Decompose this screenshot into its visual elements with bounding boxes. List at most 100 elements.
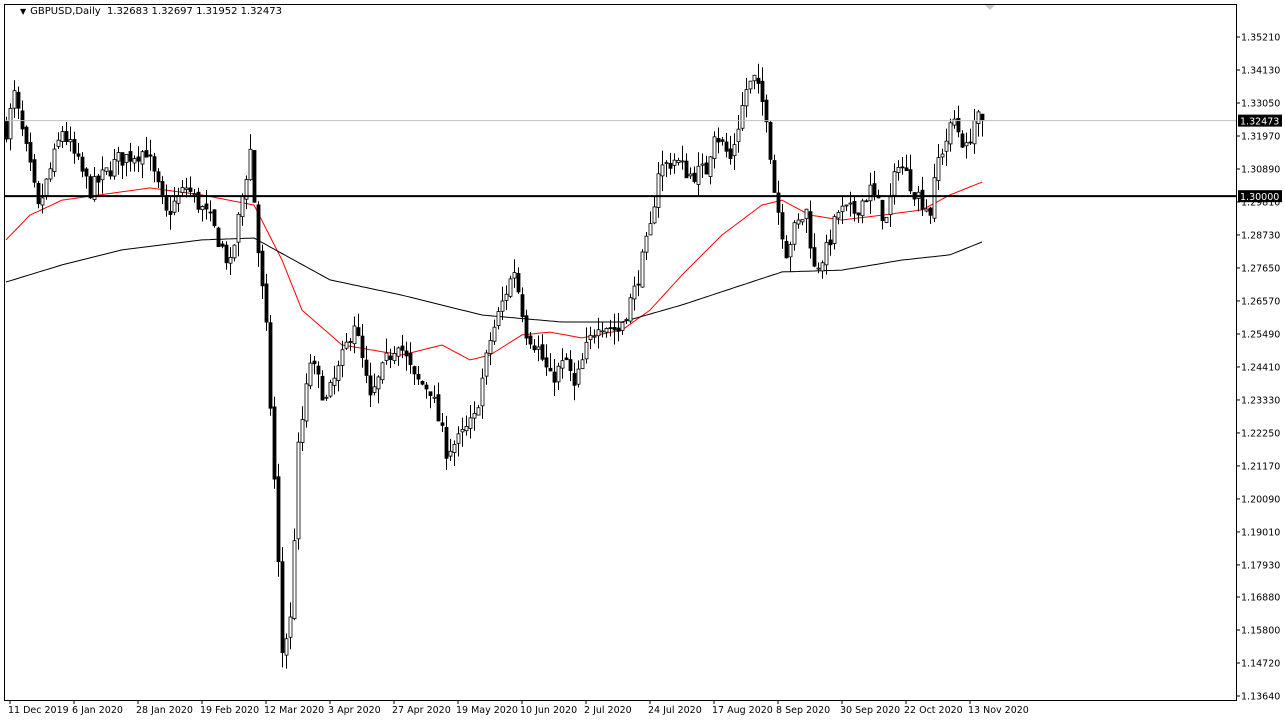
y-tick-label: 1.23330 — [1241, 395, 1280, 406]
bear-candle — [981, 114, 984, 120]
bull-candle — [561, 361, 564, 368]
y-tick-label: 1.34130 — [1241, 65, 1280, 76]
dropdown-triangle-icon[interactable]: ▼ — [20, 7, 26, 16]
bear-candle — [361, 336, 364, 358]
bear-candle — [813, 248, 816, 267]
y-tick-label: 1.35210 — [1241, 33, 1280, 44]
x-tick-label: 8 Sep 2020 — [776, 705, 830, 716]
bear-candle — [253, 150, 256, 202]
bull-candle — [641, 252, 644, 287]
bear-candle — [857, 213, 860, 215]
bull-candle — [9, 108, 12, 138]
bear-candle — [401, 346, 404, 350]
bull-candle — [841, 206, 844, 211]
bull-candle — [849, 203, 852, 204]
current-price-label: 1.32473 — [1240, 117, 1279, 128]
bull-candle — [789, 245, 792, 257]
bull-candle — [625, 319, 628, 320]
bear-candle — [405, 351, 408, 356]
x-tick-label: 12 Mar 2020 — [264, 705, 324, 716]
bear-candle — [281, 562, 284, 653]
bear-candle — [321, 376, 324, 400]
bull-candle — [817, 268, 820, 269]
bull-candle — [117, 153, 120, 162]
bull-candle — [977, 112, 980, 124]
y-tick-label: 1.28730 — [1241, 230, 1280, 241]
bear-candle — [85, 169, 88, 176]
bear-candle — [617, 328, 620, 331]
bear-candle — [389, 356, 392, 360]
bear-candle — [21, 111, 24, 129]
bull-candle — [301, 420, 304, 443]
bear-candle — [613, 327, 616, 330]
bull-candle — [973, 121, 976, 144]
bear-candle — [549, 368, 552, 371]
bull-candle — [585, 342, 588, 359]
price-chart[interactable]: 1.352101.341301.330501.319701.308901.298… — [0, 0, 1285, 722]
bull-candle — [889, 197, 892, 215]
chart-frame — [5, 5, 1237, 701]
x-tick-label: 10 Jun 2020 — [520, 705, 577, 716]
bear-candle — [781, 213, 784, 239]
bear-candle — [961, 134, 964, 147]
bull-candle — [749, 81, 752, 89]
bull-candle — [945, 141, 948, 151]
bull-candle — [821, 263, 824, 271]
bull-candle — [661, 165, 664, 176]
bear-candle — [409, 353, 412, 364]
bull-candle — [353, 326, 356, 344]
bull-candle — [393, 353, 396, 360]
symbol-label: GBPUSD,Daily — [30, 6, 101, 17]
bear-candle — [137, 157, 140, 161]
bear-candle — [357, 328, 360, 336]
y-tick-label: 1.33050 — [1241, 98, 1280, 109]
bull-candle — [837, 212, 840, 218]
bull-candle — [229, 257, 232, 263]
bull-candle — [497, 312, 500, 326]
bear-candle — [33, 160, 36, 183]
bear-candle — [73, 140, 76, 154]
bear-candle — [705, 163, 708, 174]
y-tick-label: 1.25490 — [1241, 329, 1280, 340]
bear-candle — [545, 358, 548, 367]
bear-candle — [969, 142, 972, 143]
bear-candle — [313, 361, 316, 364]
bull-candle — [733, 145, 736, 156]
bull-candle — [953, 119, 956, 125]
bear-candle — [445, 427, 448, 458]
bull-candle — [745, 90, 748, 106]
bull-candle — [649, 224, 652, 235]
bull-candle — [897, 167, 900, 172]
x-tick-label: 19 May 2020 — [456, 705, 518, 716]
bull-candle — [509, 279, 512, 296]
bull-candle — [345, 342, 348, 348]
bull-candle — [249, 149, 252, 179]
bear-candle — [413, 367, 416, 374]
bull-candle — [461, 429, 464, 432]
bear-candle — [261, 251, 264, 286]
support-line-label: 1.30000 — [1240, 192, 1279, 203]
bear-candle — [213, 210, 216, 226]
bear-candle — [165, 196, 168, 211]
bull-candle — [665, 163, 668, 164]
bull-candle — [201, 206, 204, 209]
bull-candle — [593, 336, 596, 337]
bear-candle — [729, 149, 732, 159]
bear-candle — [77, 154, 80, 156]
bull-candle — [173, 201, 176, 212]
x-tick-label: 11 Dec 2019 — [8, 705, 69, 716]
bear-candle — [765, 100, 768, 122]
bull-candle — [597, 330, 600, 336]
bear-candle — [425, 385, 428, 389]
bull-candle — [577, 369, 580, 384]
bull-candle — [697, 166, 700, 184]
bear-candle — [81, 157, 84, 171]
bull-candle — [861, 201, 864, 216]
y-tick-label: 1.31970 — [1241, 131, 1280, 142]
bull-candle — [325, 397, 328, 398]
bull-candle — [581, 360, 584, 369]
y-axis: 1.352101.341301.330501.319701.308901.298… — [1236, 33, 1280, 703]
bull-candle — [193, 194, 196, 195]
bull-candle — [141, 152, 144, 164]
bull-candle — [57, 140, 60, 146]
